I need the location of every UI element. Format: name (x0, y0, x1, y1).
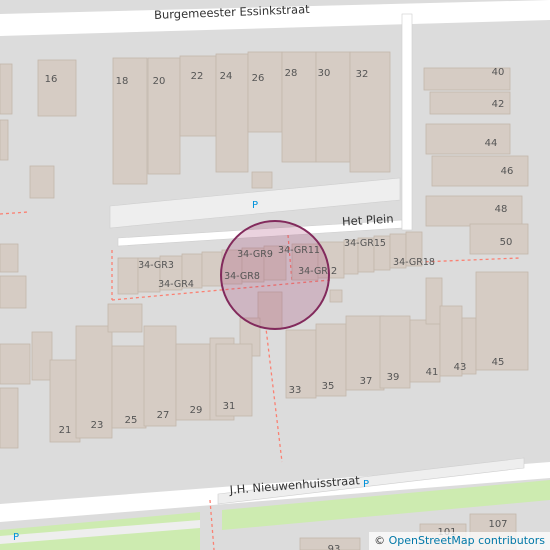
garage-label-34-gr11: 34-GR11 (278, 245, 320, 256)
house-number-2: 2 (331, 266, 337, 277)
parking-label-plein: P (252, 200, 258, 211)
parking-label-lower-left: P (13, 532, 19, 543)
house-number-29: 29 (190, 405, 203, 416)
house-number-42: 42 (492, 99, 505, 110)
attribution-link[interactable]: OpenStreetMap contributors (389, 534, 545, 547)
house-number-93: 93 (328, 544, 341, 550)
house-number-33: 33 (289, 385, 302, 396)
copyright-symbol: © (374, 534, 386, 547)
house-number-44: 44 (485, 138, 498, 149)
garage-label-34-gr: 34-GR (298, 266, 328, 277)
house-number-43: 43 (454, 362, 467, 373)
garage-label-34-gr3: 34-GR3 (138, 260, 174, 271)
house-number-37: 37 (360, 376, 373, 387)
garage-label-34-gr8: 34-GR8 (224, 271, 260, 282)
house-number-21: 21 (59, 425, 72, 436)
parking-label-nieuwenhuis: P (363, 479, 369, 490)
house-number-24: 24 (220, 71, 233, 82)
house-number-31: 31 (223, 401, 236, 412)
house-number-25: 25 (125, 415, 138, 426)
house-number-18: 18 (116, 76, 129, 87)
house-number-48: 48 (495, 204, 508, 215)
garage-label-34-gr9: 34-GR9 (237, 249, 273, 260)
house-number-23: 23 (91, 420, 104, 431)
garage-label-34-gr15: 34-GR15 (344, 238, 386, 249)
house-number-26: 26 (252, 73, 265, 84)
house-number-45: 45 (492, 357, 505, 368)
map-canvas[interactable]: Burgemeester Essinkstraat Het Plein J.H.… (0, 0, 550, 550)
garage-label-34-gr18: 34-GR18 (393, 257, 435, 268)
house-number-40: 40 (492, 67, 505, 78)
house-number-22: 22 (191, 71, 204, 82)
house-number-28: 28 (285, 68, 298, 79)
house-number-32: 32 (356, 69, 369, 80)
house-number-50: 50 (500, 237, 513, 248)
house-number-39: 39 (387, 372, 400, 383)
house-number-41: 41 (426, 367, 439, 378)
house-number-16: 16 (45, 74, 58, 85)
house-number-46: 46 (501, 166, 514, 177)
road-side-lane (401, 13, 413, 231)
house-number-30: 30 (318, 68, 331, 79)
garage-label-34-gr4: 34-GR4 (158, 279, 194, 290)
house-number-27: 27 (157, 410, 170, 421)
house-number-107: 107 (488, 519, 507, 530)
map-attribution: © OpenStreetMap contributors (369, 532, 550, 550)
house-number-35: 35 (322, 381, 335, 392)
house-number-20: 20 (153, 76, 166, 87)
